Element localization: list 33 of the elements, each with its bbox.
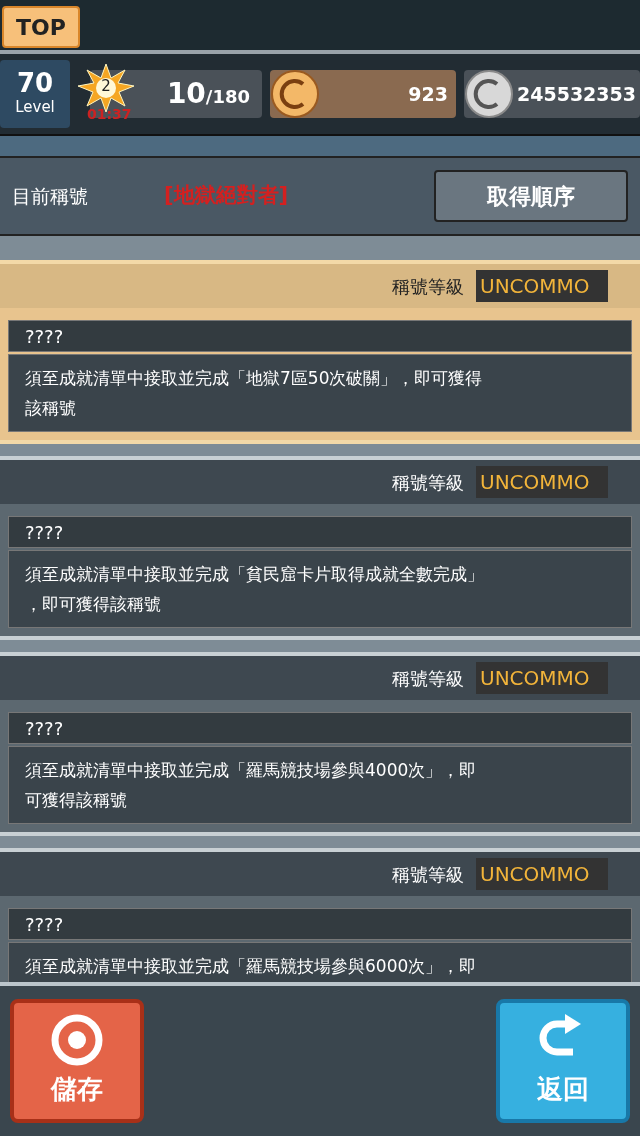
title-description: 須至成就清單中接取並完成「地獄7區50次破關」，即可獲得 該稱號 <box>8 354 632 432</box>
level-label: Level <box>15 96 55 118</box>
rank-value: UNCOMMO <box>476 662 608 694</box>
title-name: ???? <box>8 516 632 548</box>
coin-icon <box>270 69 320 119</box>
rank-value: UNCOMMO <box>476 466 608 498</box>
circle-icon <box>51 1013 103 1066</box>
title-name: ???? <box>8 712 632 744</box>
title-card[interactable]: 稱號等級 UNCOMMO ???? 須至成就清單中接取並完成「地獄7區50次破關」，即可獲得 該稱號 <box>0 260 640 444</box>
level-value: 70 <box>16 69 54 96</box>
stamina-count: 10/180 <box>166 76 250 112</box>
rank-value: UNCOMMO <box>476 270 608 302</box>
rank-label: 稱號等級 <box>392 274 464 299</box>
rank-label: 稱號等級 <box>392 470 464 495</box>
rank-value: UNCOMMO <box>476 858 608 890</box>
title-description: 須至成就清單中接取並完成「羅馬競技場參與6000次」，即 <box>8 942 632 982</box>
title-name: ???? <box>8 908 632 940</box>
rank-label: 稱號等級 <box>392 666 464 691</box>
stamina-number: 2 <box>100 76 112 97</box>
title-description: 須至成就清單中接取並完成「羅馬競技場參與4000次」，即 可獲得該稱號 <box>8 746 632 824</box>
current-title-value: [地獄絕對者] <box>164 182 290 210</box>
title-description: 須至成就清單中接取並完成「貧民窟卡片取得成就全數完成」 ，即可獲得該稱號 <box>8 550 632 628</box>
order-button[interactable]: 取得順序 <box>434 170 628 222</box>
coin-currency-count: 245532353 <box>517 81 636 107</box>
title-card[interactable]: 稱號等級 UNCOMMO ???? 須至成就清單中接取並完成「羅馬競技場參與6000次」，即 <box>0 848 640 982</box>
rank-label: 稱號等級 <box>392 862 464 887</box>
title-name: ???? <box>8 320 632 352</box>
premium-currency-count: 923 <box>408 81 448 107</box>
top-button[interactable]: TOP <box>2 6 80 48</box>
current-title-label: 目前稱號 <box>12 183 89 209</box>
title-card[interactable]: 稱號等級 UNCOMMO ???? 須至成就清單中接取並完成「貧民窟卡片取得成就全數完成」 ，即可獲得該稱號 <box>0 456 640 640</box>
title-card[interactable]: 稱號等級 UNCOMMO ???? 須至成就清單中接取並完成「羅馬競技場參與4000次」，即 可獲得該稱號 <box>0 652 640 836</box>
stamina-timer: 01:37 <box>87 105 132 124</box>
